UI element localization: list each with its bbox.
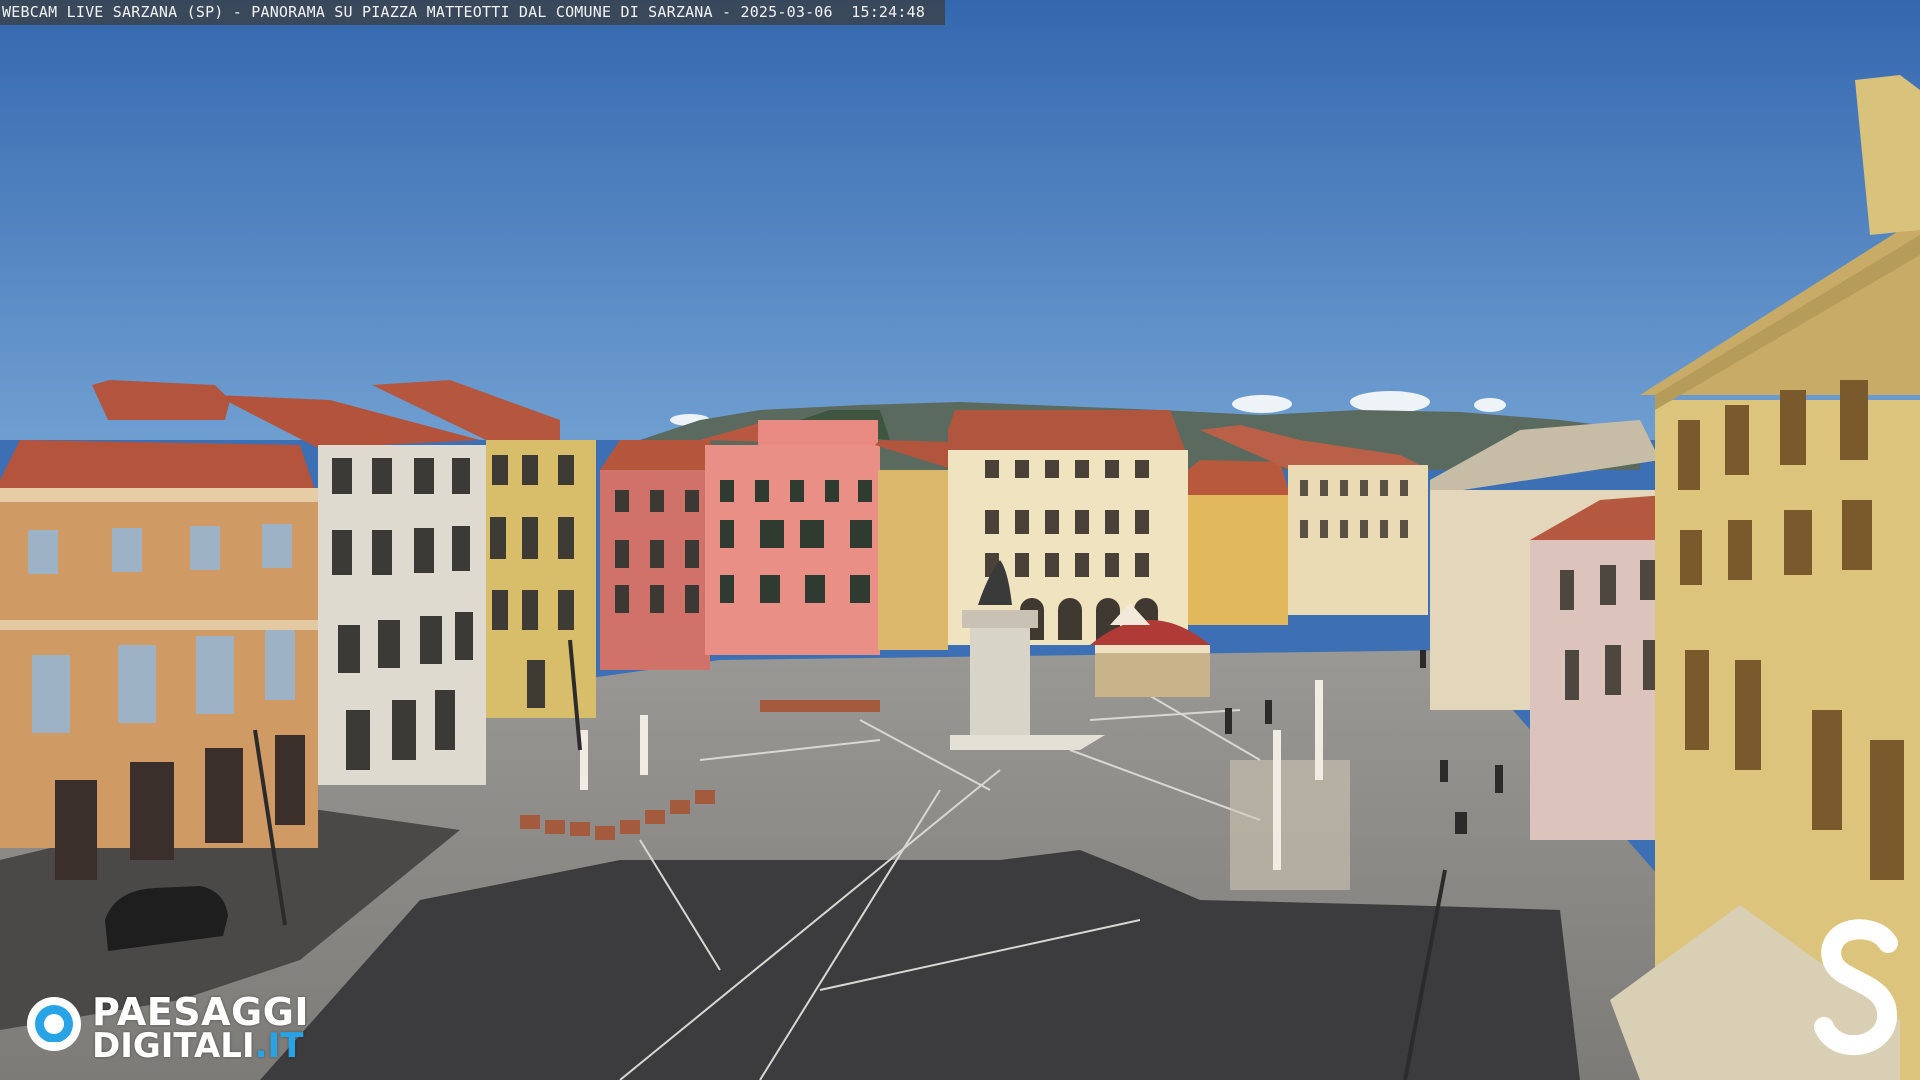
watermark-line2: DIGITALI.IT xyxy=(92,1026,303,1066)
middle-building-cream xyxy=(948,410,1188,645)
middle-building-ochre xyxy=(875,440,955,650)
middle-building-red xyxy=(600,440,715,670)
webcam-scene xyxy=(0,0,1920,1080)
middle-building-yellow xyxy=(1188,460,1290,625)
eye-camera-logo-icon xyxy=(27,997,81,1051)
watermark-domain: DIGITALI xyxy=(92,1026,255,1066)
middle-building-pink xyxy=(700,420,880,655)
left-building-orange xyxy=(0,440,318,880)
webcam-caption-overlay: WEBCAM LIVE SARZANA (SP) - PANORAMA SU P… xyxy=(0,0,946,25)
s-letter-logo-icon xyxy=(1814,919,1898,1056)
sky xyxy=(0,0,1920,440)
watermark-tld: .IT xyxy=(254,1026,304,1066)
paesaggi-digitali-watermark: PAESAGGI DIGITALI.IT xyxy=(24,990,334,1066)
right-building-pink xyxy=(1530,495,1665,840)
